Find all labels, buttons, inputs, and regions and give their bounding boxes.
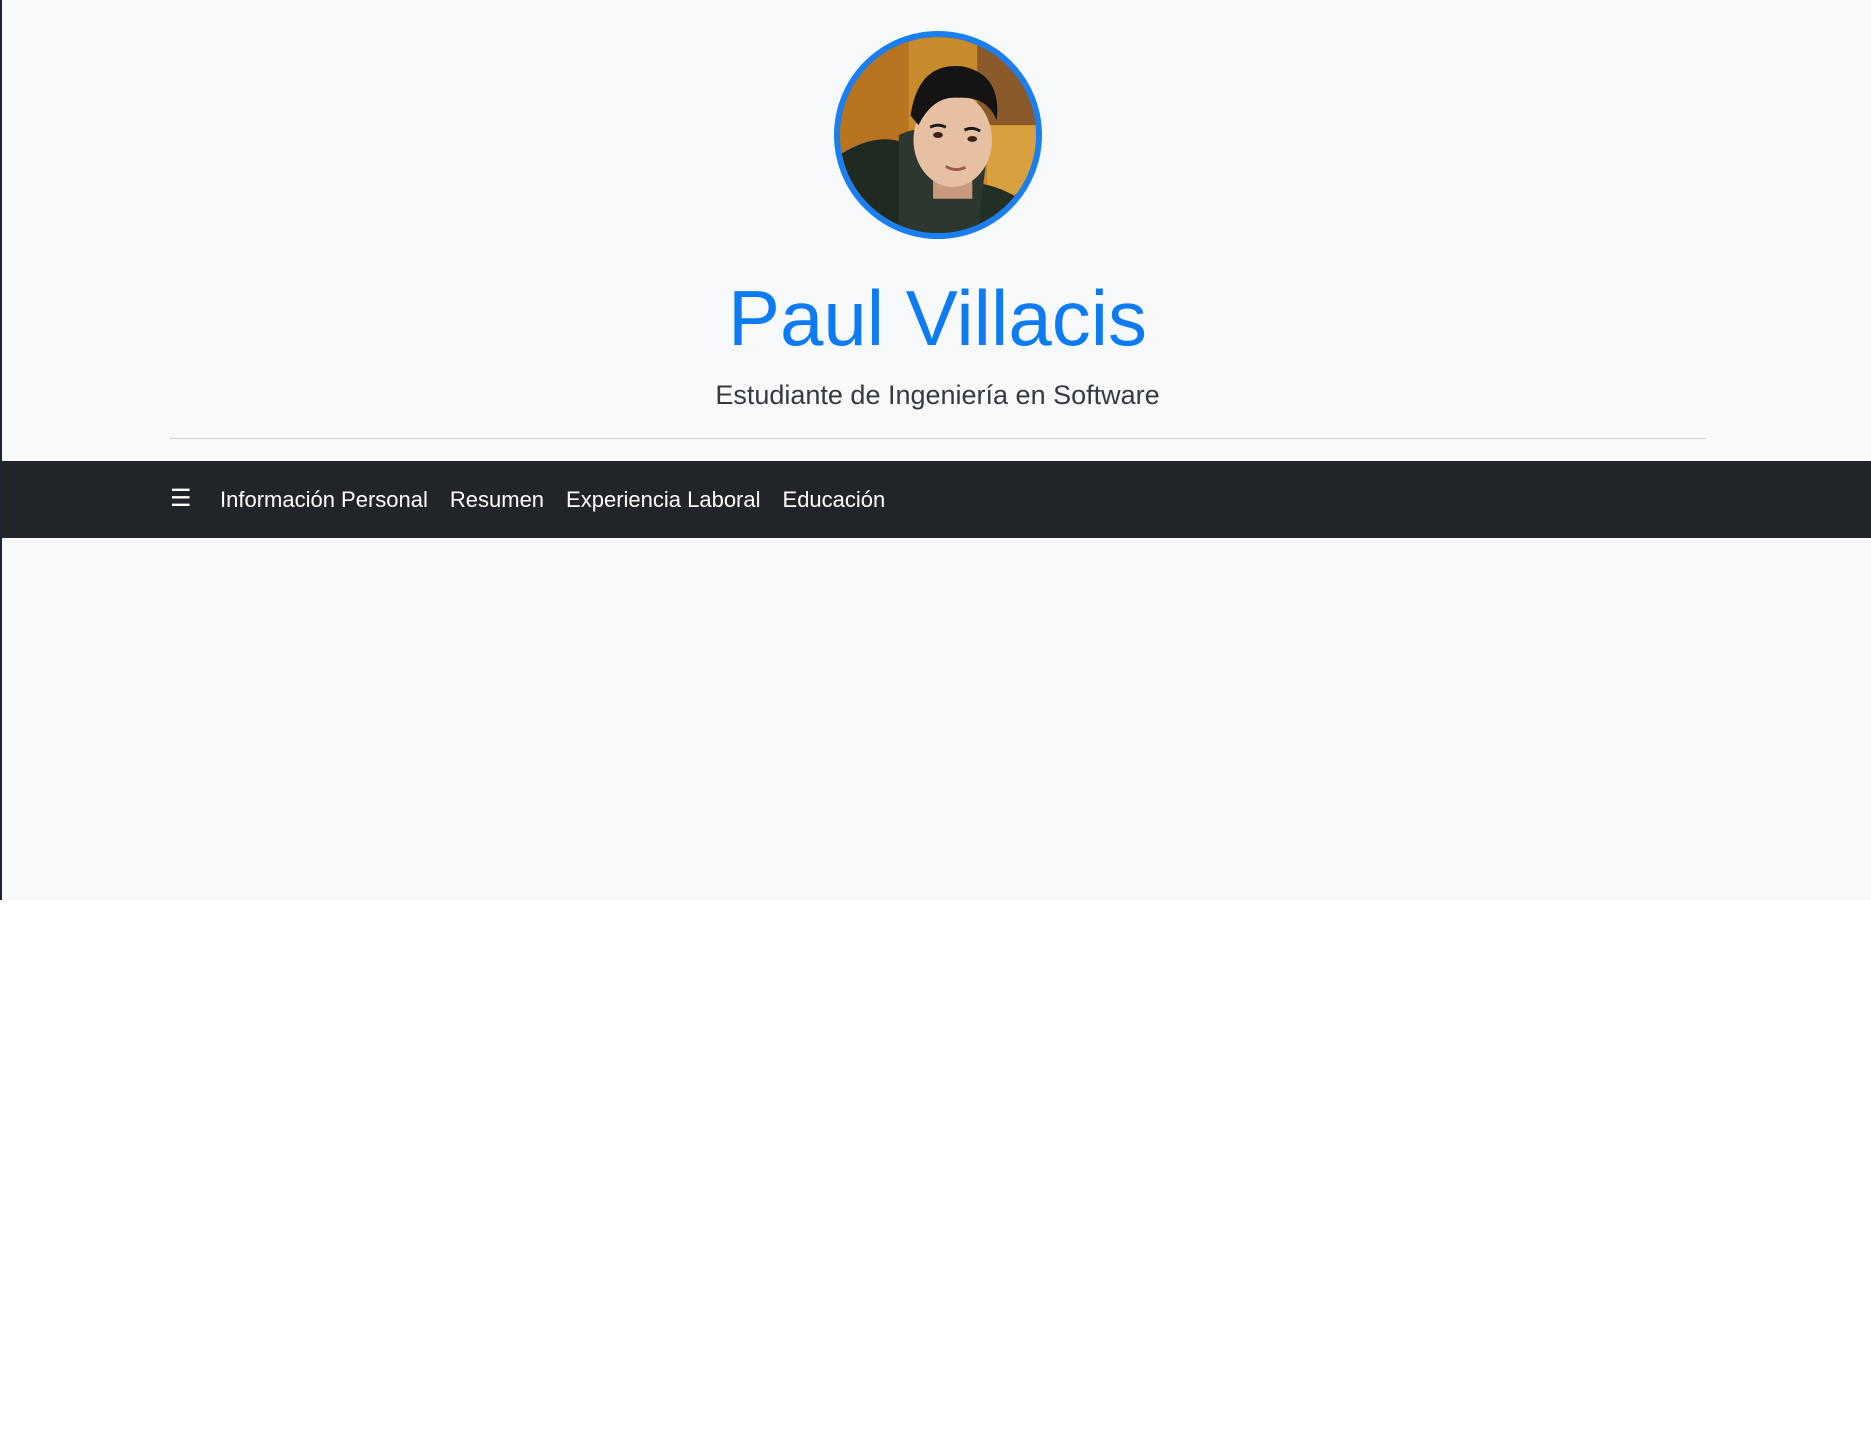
avatar-photo [840,37,1036,233]
profile-avatar [834,31,1042,239]
profile-header: Paul Villacis Estudiante de Ingeniería e… [2,0,1871,460]
profile-title: Estudiante de Ingeniería en Software [715,380,1160,410]
profile-name: Paul Villacis [727,274,1148,362]
main-navbar: ☰ Información Personal Resumen Experienc… [2,461,1871,538]
nav-item-educacion[interactable]: Educación [783,485,886,515]
page: Paul Villacis Estudiante de Ingeniería e… [0,0,1871,1449]
nav-item-experiencia-laboral[interactable]: Experiencia Laboral [566,485,760,515]
nav-item-informacion-personal[interactable]: Información Personal [220,485,428,515]
header-divider [170,438,1706,439]
nav-items: Información Personal Resumen Experiencia… [220,461,885,538]
nav-item-resumen[interactable]: Resumen [450,485,544,515]
browser-viewport: Paul Villacis Estudiante de Ingeniería e… [0,0,1871,900]
hamburger-menu-icon[interactable]: ☰ [170,483,192,515]
